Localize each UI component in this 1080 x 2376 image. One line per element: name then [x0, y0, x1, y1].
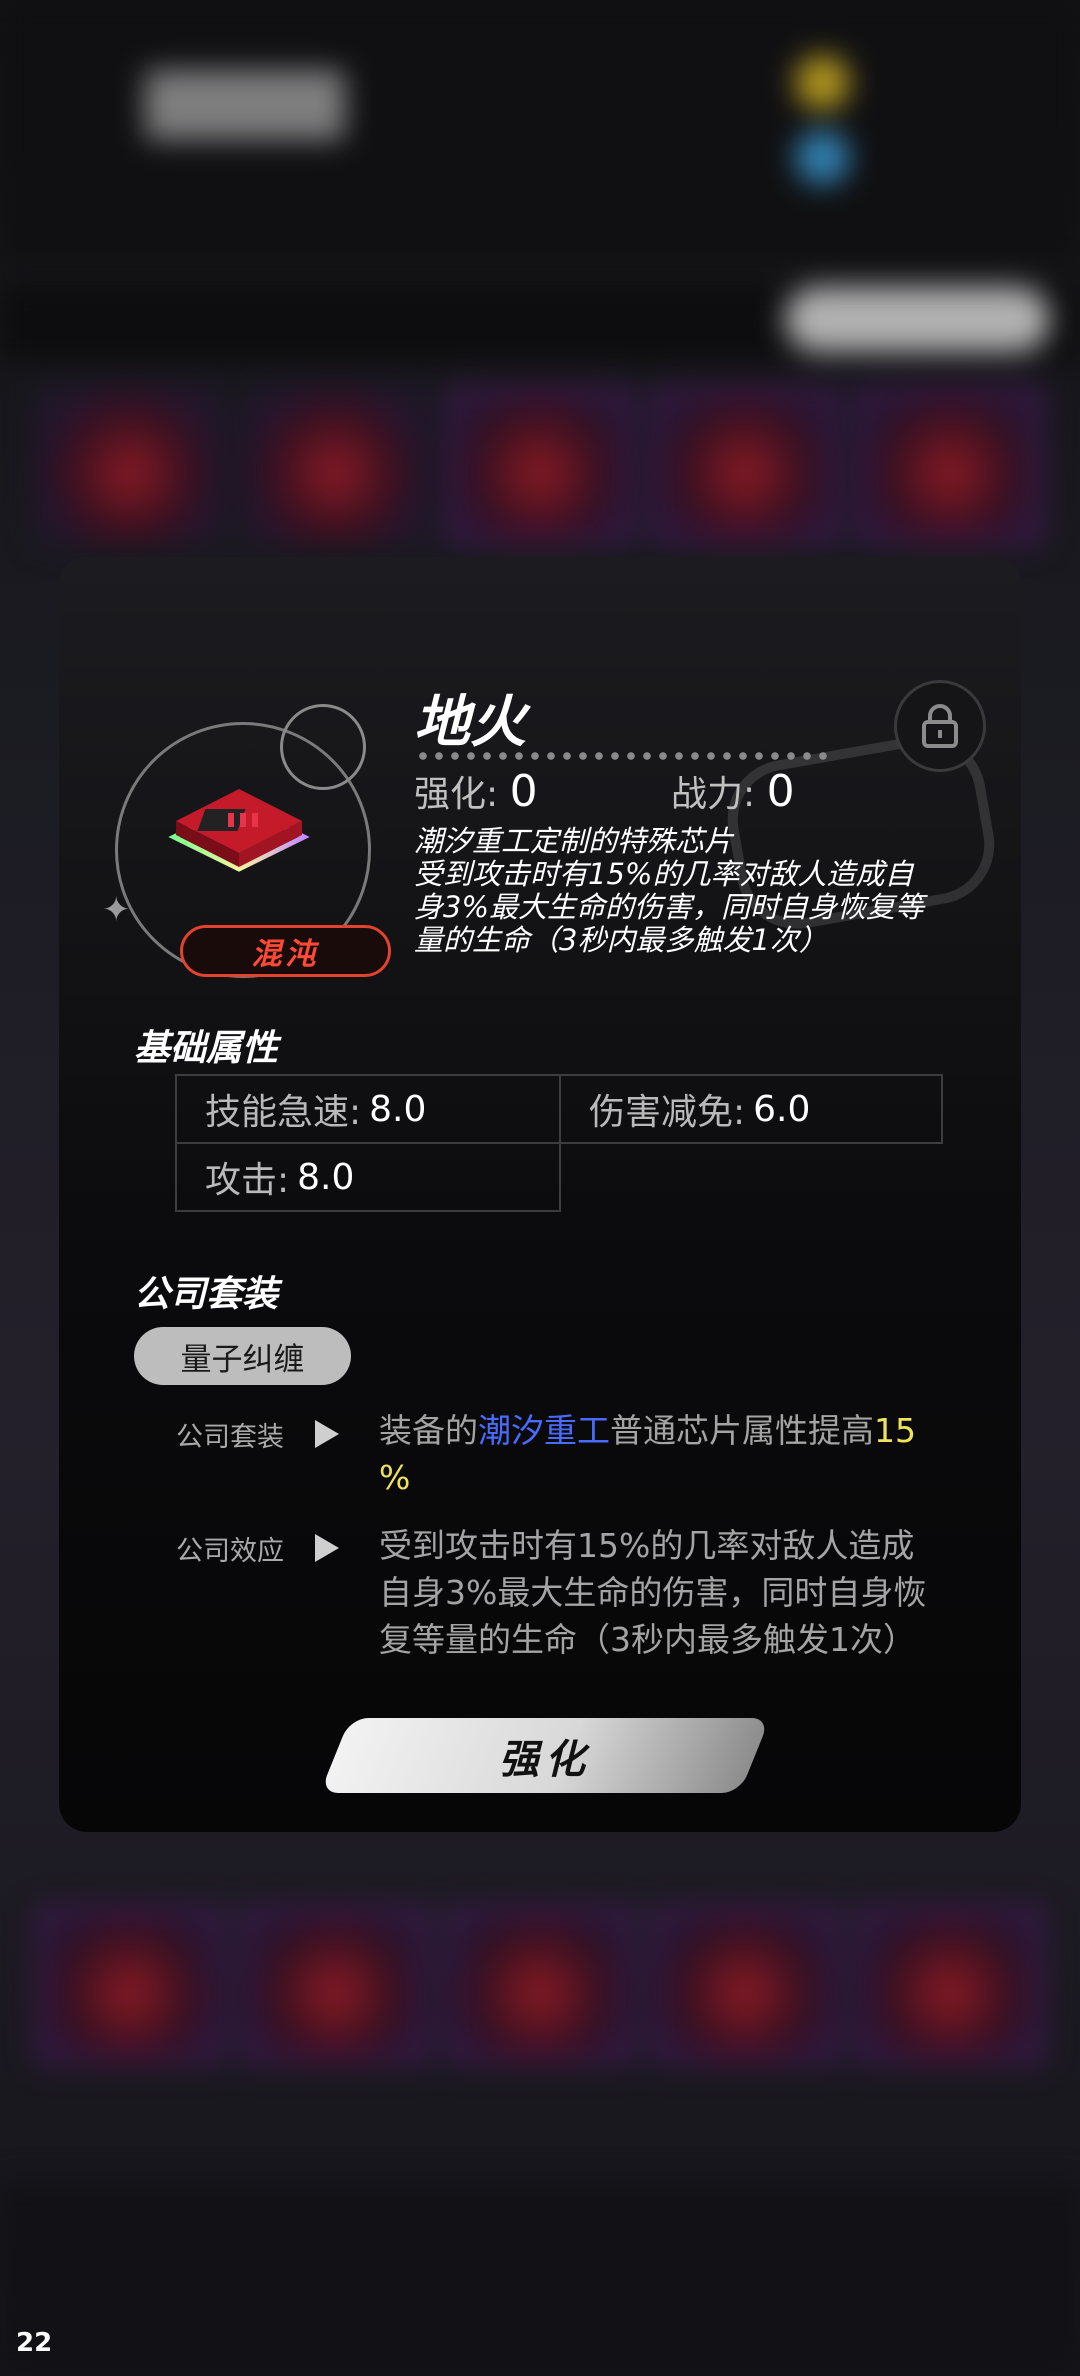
set-bonus-mid: 普通芯片属性提高 [610, 1411, 874, 1450]
lock-button[interactable] [894, 680, 986, 772]
attribute-cell: 攻击: 8.0 [175, 1142, 561, 1212]
chip-icon [168, 789, 310, 872]
set-bonus-pre: 装备的 [379, 1411, 478, 1450]
base-attributes-table: 技能急速: 8.0 伤害减免: 6.0 攻击: 8.0 [175, 1074, 943, 1216]
description-line: 受到攻击时有15%的几率对敌人造成自 [414, 857, 914, 891]
attribute-label: 伤害减免: [589, 1092, 746, 1133]
lock-icon [922, 704, 958, 748]
set-bonus-label: 公司套装 [176, 1422, 284, 1453]
company-set-title: 公司套装 [134, 1274, 279, 1315]
chip-detail-modal: ✦ 混沌 地火 强化: 0 战力: 0 潮汐重工定制的特殊芯片 受到攻击时有15… [59, 557, 1021, 1832]
dotted-divider [415, 752, 835, 760]
company-name-highlight: 潮汐重工 [478, 1411, 610, 1450]
power-stat: 战力: 0 [671, 765, 795, 817]
set-effect-line: 受到攻击时有15%的几率对敌人造成 [379, 1526, 915, 1565]
set-effect-text: 受到攻击时有15%的几率对敌人造成 自身3%最大生命的伤害，同时自身恢 复等量的… [379, 1522, 959, 1663]
attribute-label: 技能急速: [205, 1092, 362, 1133]
power-label: 战力: [671, 774, 756, 815]
bonus-percent-sign: % [379, 1458, 411, 1497]
set-effect-label: 公司效应 [176, 1536, 284, 1567]
description-line: 潮汐重工定制的特殊芯片 [414, 824, 734, 858]
sparkle-icon: ✦ [102, 890, 131, 930]
attribute-value: 8.0 [297, 1156, 355, 1198]
power-value: 0 [766, 766, 795, 817]
attribute-value: 6.0 [753, 1088, 811, 1130]
attribute-cell: 技能急速: 8.0 [175, 1074, 561, 1144]
set-bonus-text: 装备的潮汐重工普通芯片属性提高15 % [379, 1407, 959, 1501]
upgrade-button[interactable]: 强化 [319, 1718, 771, 1793]
attribute-value: 8.0 [369, 1088, 427, 1130]
base-attributes-title: 基础属性 [134, 1028, 279, 1069]
set-name-pill[interactable]: 量子纠缠 [134, 1327, 351, 1385]
attribute-label: 攻击: [205, 1160, 290, 1201]
item-description: 潮汐重工定制的特殊芯片 受到攻击时有15%的几率对敌人造成自 身3%最大生命的伤… [414, 825, 954, 957]
attribute-cell: 伤害减免: 6.0 [559, 1074, 943, 1144]
enhance-stat: 强化: 0 [414, 765, 538, 817]
play-arrow-icon [315, 1420, 339, 1448]
item-name: 地火 [414, 690, 526, 755]
enhance-label: 强化: [414, 774, 499, 815]
description-line: 量的生命（3秒内最多触发1次） [414, 923, 828, 957]
play-arrow-icon [315, 1534, 339, 1562]
bonus-percent-value: 15 [874, 1411, 916, 1450]
set-effect-line: 复等量的生命（3秒内最多触发1次） [379, 1620, 916, 1659]
description-line: 身3%最大生命的伤害，同时自身恢复等 [414, 890, 925, 924]
corner-number: 22 [16, 2328, 53, 2358]
upgrade-button-label: 强化 [499, 1736, 591, 1783]
rarity-badge: 混沌 [180, 925, 391, 977]
set-effect-line: 自身3%最大生命的伤害，同时自身恢 [379, 1573, 927, 1612]
enhance-value: 0 [509, 766, 538, 817]
